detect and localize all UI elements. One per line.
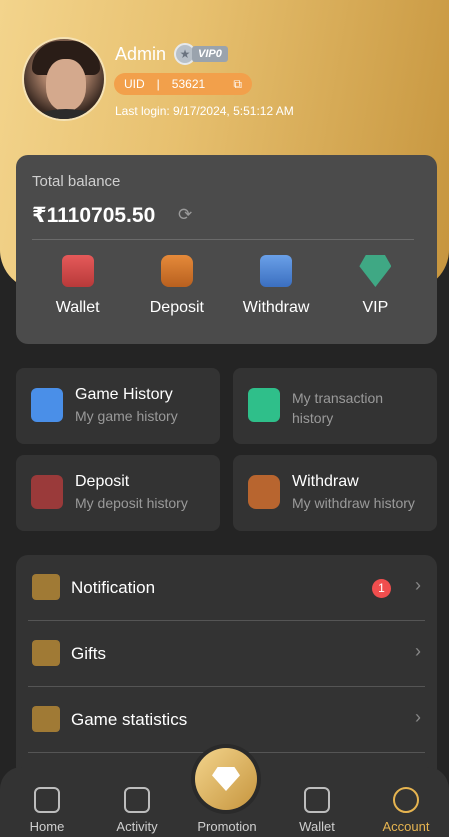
transaction-icon [248,388,280,422]
balance-label: Total balance [32,173,121,190]
tab-activity[interactable]: Activity [97,767,177,834]
game-history-icon [31,388,63,422]
uid-label: UID [124,77,145,91]
statistics-icon [32,706,60,732]
tile-subtitle: My transaction history [292,390,384,426]
balance-amount: ₹1110705.50 [32,204,156,227]
withdraw-action-label: Withdraw [242,299,310,316]
chevron-right-icon: › [415,641,421,661]
vip-level-tag: VIP0 [192,46,228,62]
deposit-history-tile[interactable]: Deposit My deposit history [16,455,220,531]
notification-icon [32,574,60,600]
menu-item-gifts[interactable]: Gifts › [28,621,425,687]
tile-title: Game History [75,386,173,403]
notification-badge: 1 [372,579,391,598]
deposit-history-icon [31,475,63,509]
menu-label: Gifts [71,644,106,663]
username: Admin [115,44,167,64]
menu-item-notification[interactable]: Notification 1 › [28,555,425,621]
tab-wallet[interactable]: Wallet [277,767,357,834]
chevron-right-icon: › [415,575,421,595]
deposit-icon [160,255,193,287]
account-icon [393,787,419,813]
avatar[interactable] [22,37,106,121]
deposit-action-label: Deposit [149,299,204,316]
tab-promotion[interactable] [195,748,257,810]
withdraw-history-tile[interactable]: Withdraw My withdraw history [233,455,437,531]
deposit-action[interactable]: Deposit [132,255,222,317]
uid-value: 53621 [171,77,206,91]
tab-account[interactable]: Account [366,767,446,834]
vip-badge: ★ VIP0 [174,42,228,66]
tile-title: Withdraw [292,473,359,490]
transaction-history-tile[interactable]: My transaction history [233,368,437,444]
tab-home[interactable]: Home [7,767,87,834]
tile-subtitle: My deposit history [75,495,188,511]
chevron-right-icon: › [415,707,421,727]
home-icon [34,787,60,813]
tab-label: Account [382,819,430,834]
withdraw-history-icon [248,475,280,509]
copy-icon[interactable]: ⧉ [233,77,242,92]
withdraw-action[interactable]: Withdraw [231,255,321,317]
tab-label: Home [29,819,65,834]
vip-action[interactable]: VIP [330,255,420,317]
wallet-action-label: Wallet [55,299,100,316]
uid-pill[interactable]: UID | 53621 ⧉ [114,73,252,95]
wallet-action[interactable]: Wallet [33,255,123,317]
diamond-icon [212,767,240,791]
last-login: Last login: 9/17/2024, 5:51:12 AM [115,104,294,118]
balance-actions: Wallet Deposit Withdraw VIP [16,255,437,317]
refresh-icon[interactable]: ⟳ [178,205,192,225]
vip-icon [359,255,392,287]
menu-label: Notification [71,578,156,597]
avatar-face [46,59,86,111]
game-history-tile[interactable]: Game History My game history [16,368,220,444]
menu-label: Game statistics [71,710,188,729]
tile-subtitle: My game history [75,408,178,424]
vip-action-label: VIP [362,299,389,316]
gift-icon [32,640,60,666]
tile-subtitle: My withdraw history [292,495,415,511]
wallet-tab-icon [304,787,330,813]
withdraw-icon [260,255,293,287]
menu-item-game-statistics[interactable]: Game statistics › [28,687,425,753]
balance-card: Total balance ₹1110705.50 ⟳ Wallet Depos… [16,155,437,344]
tab-label: Activity [116,819,158,834]
tile-title: Deposit [75,473,130,490]
uid-separator: | [156,77,160,91]
tab-label: Wallet [299,819,335,834]
divider [32,239,414,240]
wallet-icon [61,255,94,287]
tab-label: Promotion [197,819,257,834]
activity-icon [124,787,150,813]
